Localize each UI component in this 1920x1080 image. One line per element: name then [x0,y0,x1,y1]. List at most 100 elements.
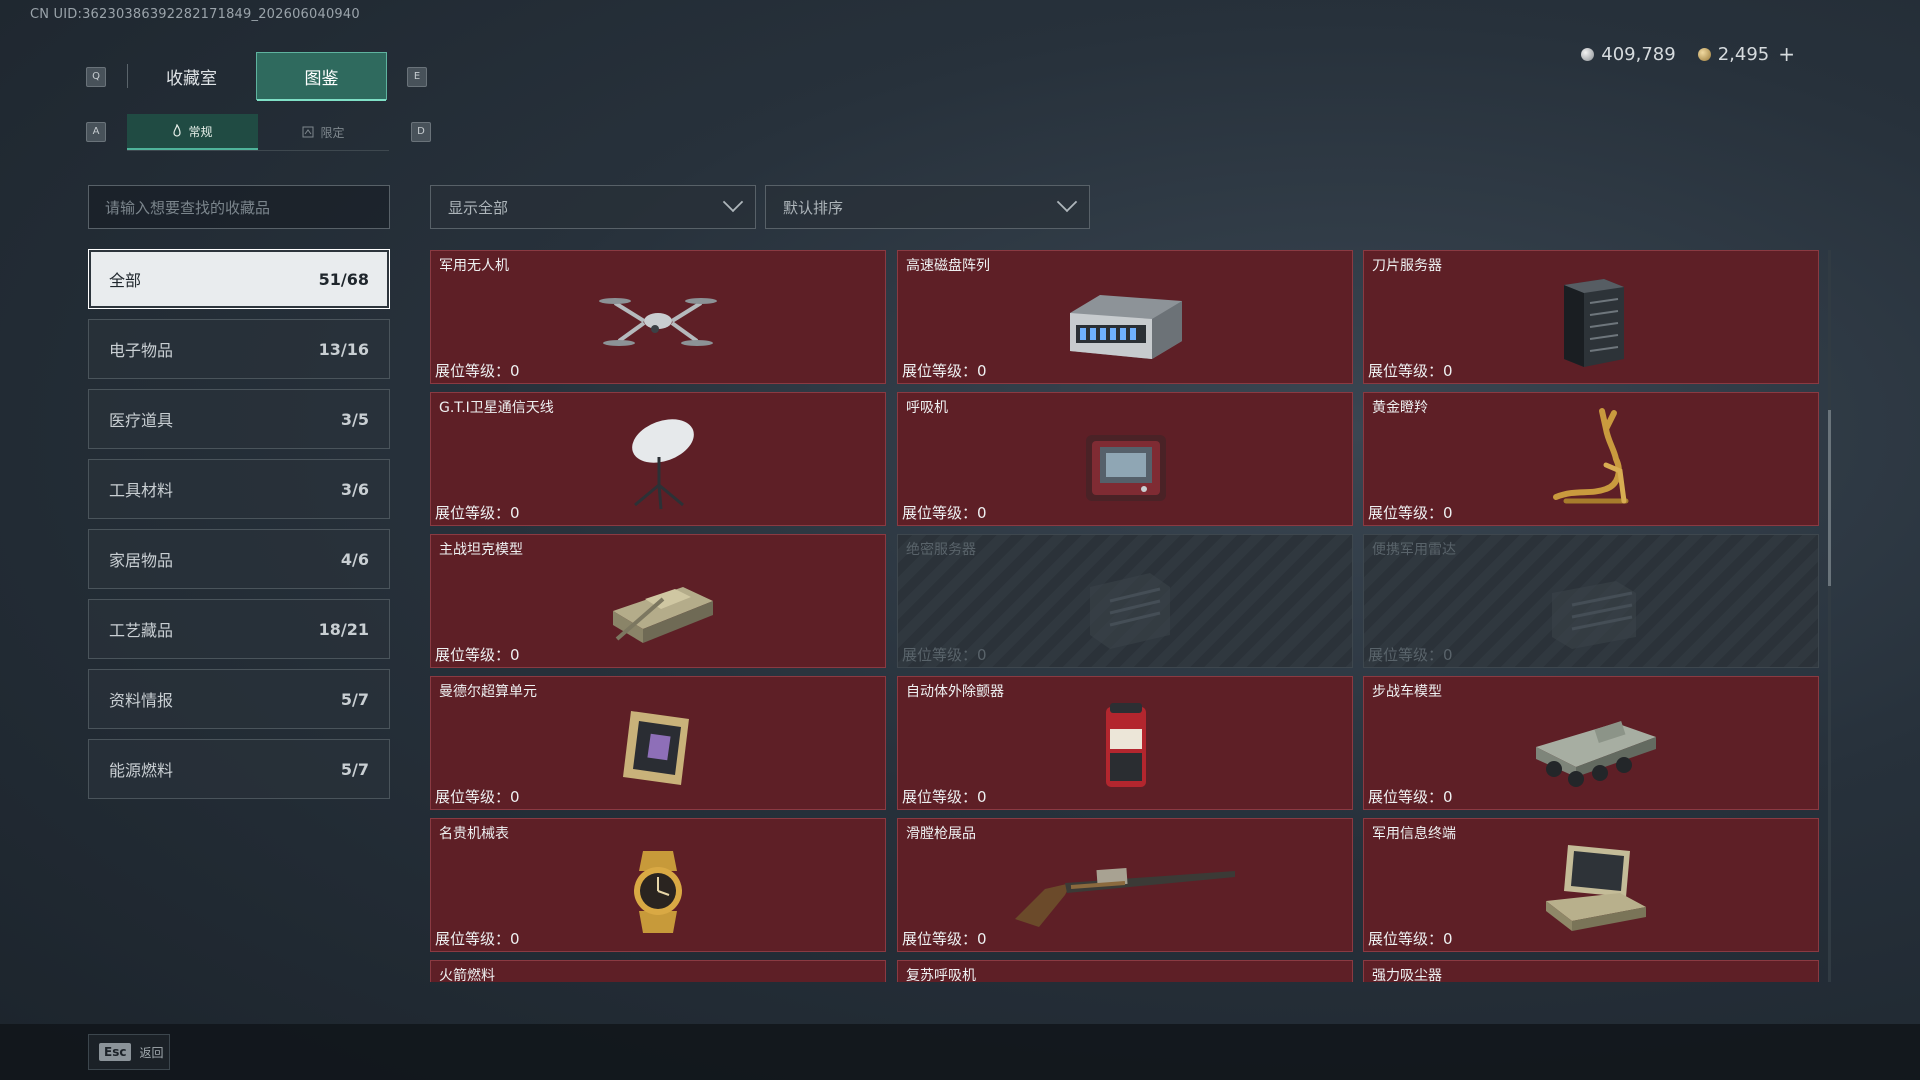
chevron-down-icon [722,191,744,213]
currency-bar: 409,789 2,495 + [1581,42,1795,66]
subtab-label: 常规 [188,124,213,139]
item-level: 展位等级：0 [435,362,520,380]
item-name: G.T.I卫星通信天线 [439,400,554,416]
category-count: 13/16 [318,339,369,359]
item-card-locked[interactable]: 绝密服务器 展位等级：0 [897,534,1353,668]
terminal-icon [1546,845,1646,931]
item-card[interactable]: 刀片服务器 展位等级：0 [1363,250,1819,384]
radar-icon [1552,581,1636,649]
item-name: 滑膛枪展品 [906,826,976,842]
item-card[interactable]: 火箭燃料 [430,960,886,982]
subtab-limited[interactable]: 限定 [258,114,389,150]
item-card[interactable]: 强力吸尘器 [1363,960,1819,982]
item-card[interactable]: 名贵机械表 展位等级：0 [430,818,886,952]
filter-label: 显示全部 [448,199,509,217]
sub-tabs: 常规 限定 [127,114,389,151]
main-tabs: 收藏室 图鉴 [127,52,387,101]
silver-amount: 409,789 [1601,43,1676,65]
category-tools[interactable]: 工具材料 3/6 [88,459,390,519]
item-card[interactable]: 曼德尔超算单元 展位等级：0 [430,676,886,810]
category-electronics[interactable]: 电子物品 13/16 [88,319,390,379]
tab-label: 收藏室 [166,68,217,89]
server-icon [1090,573,1170,649]
category-medical[interactable]: 医疗道具 3/5 [88,389,390,449]
category-count: 3/5 [340,409,369,429]
sort-dropdown[interactable]: 默认排序 [765,185,1090,229]
ventilator-icon [1086,435,1166,501]
item-card[interactable]: 主战坦克模型 展位等级：0 [430,534,886,668]
item-level: 展位等级：0 [435,646,520,664]
item-card[interactable]: 自动体外除颤器 展位等级：0 [897,676,1353,810]
item-name: 高速磁盘阵列 [906,258,990,274]
item-name: 黄金瞪羚 [1372,400,1428,416]
item-level: 展位等级：0 [902,788,987,806]
category-label: 资料情报 [109,691,174,710]
tab-collection-room[interactable]: 收藏室 [127,52,256,100]
category-count: 51/68 [318,269,369,289]
category-crafts[interactable]: 工艺藏品 18/21 [88,599,390,659]
watch-icon [634,851,682,933]
item-name: 呼吸机 [906,400,948,416]
drone-icon [599,298,717,346]
item-card[interactable]: 军用信息终端 展位等级：0 [1363,818,1819,952]
regular-icon [173,124,182,137]
item-level: 展位等级：0 [1368,930,1453,948]
footer-bar [0,1024,1920,1080]
search-input[interactable]: 请输入想要查找的收藏品 [88,185,390,229]
tank-icon [613,587,713,643]
item-card[interactable]: 高速磁盘阵列 展位等级：0 [897,250,1353,384]
item-level: 展位等级：0 [435,504,520,522]
tab-catalog[interactable]: 图鉴 [256,52,387,101]
filter-dropdown[interactable]: 显示全部 [430,185,756,229]
blade-server-icon [1564,279,1624,367]
item-name: 便携军用雷达 [1372,542,1456,558]
item-level: 展位等级：0 [1368,646,1453,664]
compute-unit-icon [623,711,689,785]
item-level: 展位等级：0 [902,504,987,522]
item-level: 展位等级：0 [435,930,520,948]
item-card[interactable]: 呼吸机 展位等级：0 [897,392,1353,526]
item-level: 展位等级：0 [902,930,987,948]
category-label: 家居物品 [109,551,174,570]
scrollbar-thumb[interactable] [1828,410,1831,586]
item-card[interactable]: 黄金瞪羚 展位等级：0 [1363,392,1819,526]
item-card[interactable]: 复苏呼吸机 [897,960,1353,982]
subtab-regular[interactable]: 常规 [127,114,258,150]
item-name: 主战坦克模型 [439,542,523,558]
add-currency-button[interactable]: + [1778,42,1795,66]
back-button[interactable]: Esc 返回 [88,1034,170,1070]
item-card[interactable]: 军用无人机 展位等级：0 [430,250,886,384]
category-energy[interactable]: 能源燃料 5/7 [88,739,390,799]
item-name: 绝密服务器 [906,542,976,558]
collection-grid: 军用无人机 展位等级：0 高速磁盘阵列 展位等级：0 刀片服务器 展位等级：0 … [430,250,1820,982]
category-label: 全部 [109,271,142,290]
grid-scrollbar[interactable] [1828,250,1831,982]
key-hint-e: E [407,67,427,87]
satellite-dish-icon [632,419,694,510]
tab-divider [127,64,128,88]
golden-gazelle-icon [1553,408,1629,504]
key-hint-a: A [86,122,106,142]
item-card[interactable]: 滑膛枪展品 展位等级：0 [897,818,1353,952]
item-name: 复苏呼吸机 [906,968,976,982]
category-count: 4/6 [340,549,369,569]
subtab-label: 限定 [320,125,345,140]
item-card-locked[interactable]: 便携军用雷达 展位等级：0 [1363,534,1819,668]
category-count: 18/21 [318,619,369,639]
category-all[interactable]: 全部 51/68 [88,249,390,309]
key-hint-d: D [411,122,431,142]
defibrillator-icon [1106,703,1146,787]
gold-amount: 2,495 [1717,43,1770,65]
item-name: 名贵机械表 [439,826,509,842]
back-label: 返回 [139,1045,164,1060]
silver-currency: 409,789 [1581,43,1676,65]
silver-coin-icon [1581,47,1595,61]
category-intel[interactable]: 资料情报 5/7 [88,669,390,729]
player-uid: CN UID:36230386392282171849_202606040940 [30,7,360,22]
category-count: 5/7 [340,759,369,779]
item-card[interactable]: 步战车模型 展位等级：0 [1363,676,1819,810]
category-household[interactable]: 家居物品 4/6 [88,529,390,589]
item-level: 展位等级：0 [1368,504,1453,522]
gold-coin-icon [1697,47,1711,61]
item-card[interactable]: G.T.I卫星通信天线 展位等级：0 [430,392,886,526]
